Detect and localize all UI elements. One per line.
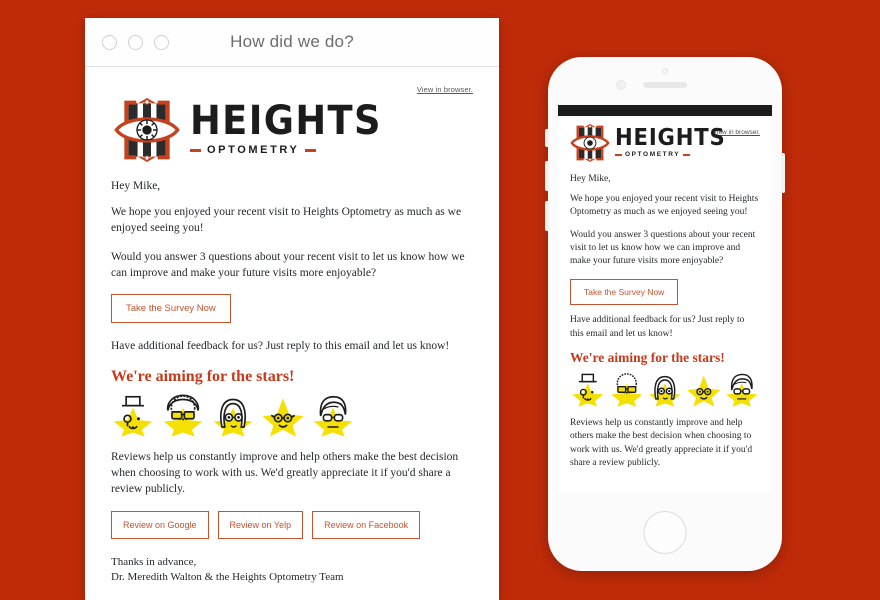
poster-canvas: How did we do? View in browser. HEIGHTS … xyxy=(0,0,880,600)
logo-left-bar-icon xyxy=(190,148,201,152)
review-on-google-button[interactable]: Review on Google xyxy=(111,510,209,539)
star-afro-sunglasses-icon xyxy=(610,373,642,407)
star-combed-hair-glasses-icon xyxy=(313,396,353,437)
star-rating-illustration xyxy=(111,394,473,438)
mute-switch-button[interactable] xyxy=(545,129,549,147)
star-top-hat-monocle-icon xyxy=(572,373,604,407)
logo-right-bar-icon xyxy=(305,148,317,152)
email-paragraph-1: We hope you enjoyed your recent visit to… xyxy=(111,206,462,234)
star-long-hair-glasses-icon xyxy=(213,398,253,437)
mobile-email-greeting: Hey Mike, xyxy=(570,174,611,184)
logo-optometry-text: OPTOMETRY xyxy=(207,144,300,157)
mobile-take-survey-button[interactable]: Take the Survey Now xyxy=(570,279,679,306)
star-afro-sunglasses-icon xyxy=(163,394,203,437)
smartphone-mockup: View in browser. HEIGHTS OPTOMETRY Hey M… xyxy=(545,57,785,571)
desktop-browser-window: How did we do? View in browser. HEIGHTS … xyxy=(85,18,499,600)
survey-button-wrap: Take the Survey Now xyxy=(111,294,473,324)
email-greeting: Hey Mike, xyxy=(111,180,161,192)
mobile-email-paragraph-2: Would you answer 3 questions about your … xyxy=(570,229,756,267)
signoff-line-2: Dr. Meredith Walton & the Heights Optome… xyxy=(111,571,344,584)
email-paragraph-2: Would you answer 3 questions about your … xyxy=(111,250,465,279)
logo-heights-text: HEIGHTS xyxy=(190,97,382,144)
volume-up-button[interactable] xyxy=(545,161,549,191)
phone-screen: View in browser. HEIGHTS OPTOMETRY Hey M… xyxy=(558,105,772,492)
volume-down-button[interactable] xyxy=(545,201,549,231)
star-combed-hair-glasses-icon xyxy=(726,373,758,407)
logo-wordmark: HEIGHTS OPTOMETRY xyxy=(190,97,399,156)
power-button[interactable] xyxy=(781,153,785,193)
proximity-sensor-icon xyxy=(616,80,626,90)
star-round-glasses-smile-icon xyxy=(262,398,304,437)
email-signoff: Thanks in advance, Dr. Meredith Walton &… xyxy=(111,555,473,586)
earpiece-speaker-icon xyxy=(643,82,687,88)
review-buttons-row: Review on Google Review on Yelp Review o… xyxy=(111,510,473,539)
signoff-line-1: Thanks in advance, xyxy=(111,555,197,568)
mobile-logo-wordmark: HEIGHTS OPTOMETRY xyxy=(615,124,735,158)
review-on-yelp-button[interactable]: Review on Yelp xyxy=(217,510,304,539)
mobile-logo-left-bar-icon xyxy=(615,153,622,156)
email-feedback-line: Have additional feedback for us? Just re… xyxy=(111,340,450,353)
logo-subtitle-row: OPTOMETRY xyxy=(190,144,399,156)
heights-optometry-eye-logo-icon xyxy=(114,98,180,162)
view-in-browser-link[interactable]: View in browser. xyxy=(111,85,473,94)
mobile-star-rating-illustration xyxy=(570,371,760,409)
star-round-glasses-smile-icon xyxy=(686,375,721,407)
star-long-hair-glasses-icon xyxy=(649,376,681,407)
browser-titlebar: How did we do? xyxy=(85,18,499,67)
email-body: View in browser. HEIGHTS OPTOMETRY Hey M… xyxy=(85,67,499,600)
phone-status-bar xyxy=(558,105,772,116)
email-viewport: View in browser. HEIGHTS OPTOMETRY Hey M… xyxy=(85,67,499,600)
front-camera-icon xyxy=(662,68,668,74)
mobile-email-body: View in browser. HEIGHTS OPTOMETRY Hey M… xyxy=(558,116,772,470)
mobile-stars-headline: We're aiming for the stars! xyxy=(570,350,725,366)
mobile-logo-right-bar-icon xyxy=(683,153,691,156)
mobile-email-paragraph-1: We hope you enjoyed your recent visit to… xyxy=(570,194,759,218)
review-on-facebook-button[interactable]: Review on Facebook xyxy=(312,510,421,539)
take-survey-button[interactable]: Take the Survey Now xyxy=(111,294,231,324)
email-logo: HEIGHTS OPTOMETRY xyxy=(113,98,473,162)
mobile-email-feedback-line: Have additional feedback for us? Just re… xyxy=(570,315,745,339)
browser-title: How did we do? xyxy=(230,32,354,51)
heights-optometry-eye-logo-icon xyxy=(570,124,610,162)
home-button-icon[interactable] xyxy=(643,511,687,554)
mobile-reviews-paragraph: Reviews help us constantly improve and h… xyxy=(570,418,753,468)
mobile-logo-heights-text: HEIGHTS xyxy=(615,124,726,151)
mobile-logo-subtitle-row: OPTOMETRY xyxy=(615,151,735,158)
star-top-hat-monocle-icon xyxy=(113,396,153,437)
mobile-logo-optometry-text: OPTOMETRY xyxy=(625,151,681,159)
reviews-paragraph: Reviews help us constantly improve and h… xyxy=(111,451,459,496)
stars-headline: We're aiming for the stars! xyxy=(111,368,295,386)
